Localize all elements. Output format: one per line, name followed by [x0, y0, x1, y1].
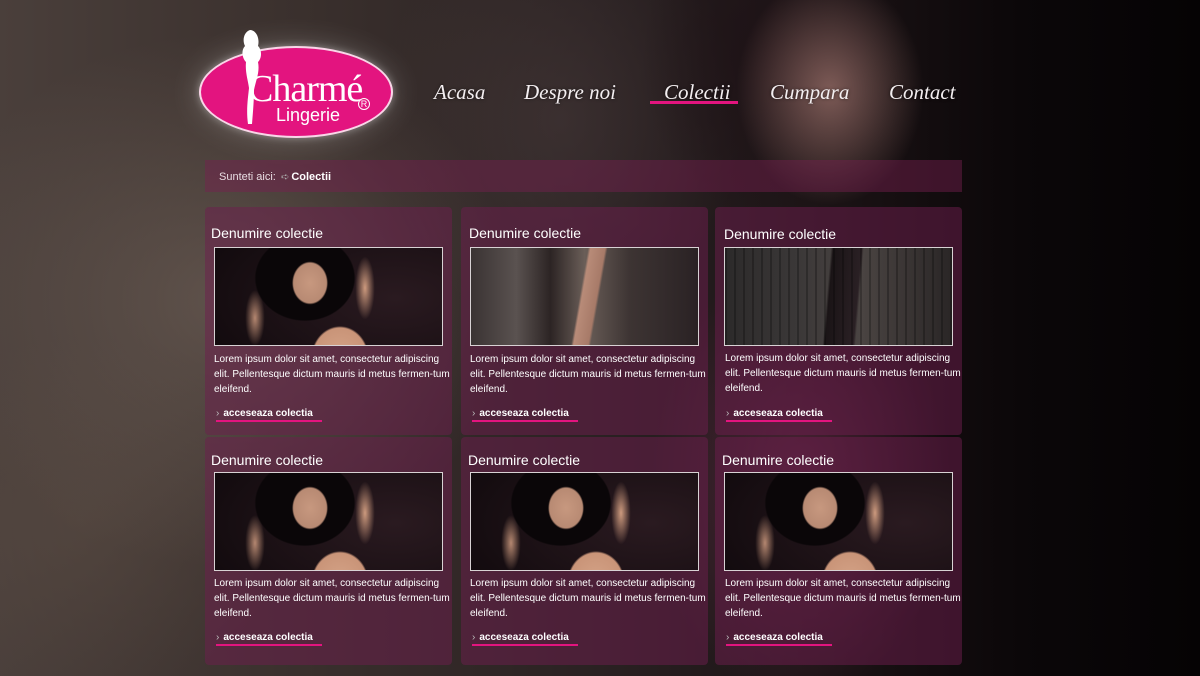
chevron-right-icon: ›	[726, 632, 730, 643]
breadcrumb-arrow-icon: ➪	[280, 172, 290, 183]
card-description: Lorem ipsum dolor sit amet, consectetur …	[725, 353, 961, 394]
breadcrumb: Sunteti aici: ➪ Colectii	[219, 171, 331, 183]
lace-stockings-photo[interactable]	[724, 247, 953, 346]
card-title: Denumire colectie	[211, 452, 324, 468]
chevron-right-icon: ›	[472, 632, 476, 643]
access-collection-link[interactable]: › acceseaza colectia	[726, 408, 832, 422]
model-portrait-photo[interactable]	[724, 472, 953, 571]
nav-item-cumpara[interactable]: Cumpara	[770, 80, 849, 105]
access-collection-link[interactable]: › acceseaza colectia	[216, 632, 322, 646]
collection-card: Denumire colectie Lorem ipsum dolor sit …	[461, 207, 708, 435]
nav-item-contact[interactable]: Contact	[889, 80, 956, 105]
access-collection-link[interactable]: › acceseaza colectia	[216, 408, 322, 422]
chevron-right-icon: ›	[472, 408, 476, 419]
card-title: Denumire colectie	[722, 452, 835, 468]
card-title: Denumire colectie	[724, 226, 837, 242]
card-link-label: acceseaza colectia	[479, 632, 569, 643]
access-collection-link[interactable]: › acceseaza colectia	[726, 632, 832, 646]
access-collection-link[interactable]: › acceseaza colectia	[472, 408, 578, 422]
model-portrait-photo[interactable]	[214, 247, 443, 346]
collection-card: Denumire colectie Lorem ipsum dolor sit …	[715, 207, 962, 435]
card-link-label: acceseaza colectia	[479, 408, 569, 419]
card-description: Lorem ipsum dolor sit amet, consectetur …	[470, 354, 706, 395]
card-description: Lorem ipsum dolor sit amet, consectetur …	[214, 354, 450, 395]
card-title: Denumire colectie	[468, 452, 581, 468]
nav-item-despre-noi[interactable]: Despre noi	[524, 80, 616, 105]
registered-mark-icon: R	[358, 98, 370, 110]
brand-name: Charmé	[248, 68, 363, 110]
card-description: Lorem ipsum dolor sit amet, consectetur …	[470, 578, 706, 619]
card-title: Denumire colectie	[469, 225, 582, 241]
card-title: Denumire colectie	[211, 225, 324, 241]
card-link-label: acceseaza colectia	[223, 632, 313, 643]
model-portrait-photo[interactable]	[214, 472, 443, 571]
chevron-right-icon: ›	[216, 632, 220, 643]
chevron-right-icon: ›	[726, 408, 730, 419]
collection-card: Denumire colectie Lorem ipsum dolor sit …	[461, 437, 708, 665]
card-link-label: acceseaza colectia	[223, 408, 313, 419]
access-collection-link[interactable]: › acceseaza colectia	[472, 632, 578, 646]
card-description: Lorem ipsum dolor sit amet, consectetur …	[725, 578, 961, 619]
nav-item-acasa[interactable]: Acasa	[434, 80, 485, 105]
collection-card: Denumire colectie Lorem ipsum dolor sit …	[205, 437, 452, 665]
breadcrumb-current[interactable]: Colectii	[291, 171, 331, 183]
breadcrumb-prefix: Sunteti aici:	[219, 171, 276, 183]
brand-subtitle: Lingerie	[276, 105, 341, 125]
model-portrait-photo[interactable]	[470, 472, 699, 571]
card-description: Lorem ipsum dolor sit amet, consectetur …	[214, 578, 450, 619]
card-link-label: acceseaza colectia	[733, 408, 823, 419]
nav-active-indicator	[650, 101, 738, 104]
legs-stockings-photo[interactable]	[470, 247, 699, 346]
collection-card: Denumire colectie Lorem ipsum dolor sit …	[715, 437, 962, 665]
collection-card: Denumire colectie Lorem ipsum dolor sit …	[205, 207, 452, 435]
chevron-right-icon: ›	[216, 408, 220, 419]
card-link-label: acceseaza colectia	[733, 632, 823, 643]
